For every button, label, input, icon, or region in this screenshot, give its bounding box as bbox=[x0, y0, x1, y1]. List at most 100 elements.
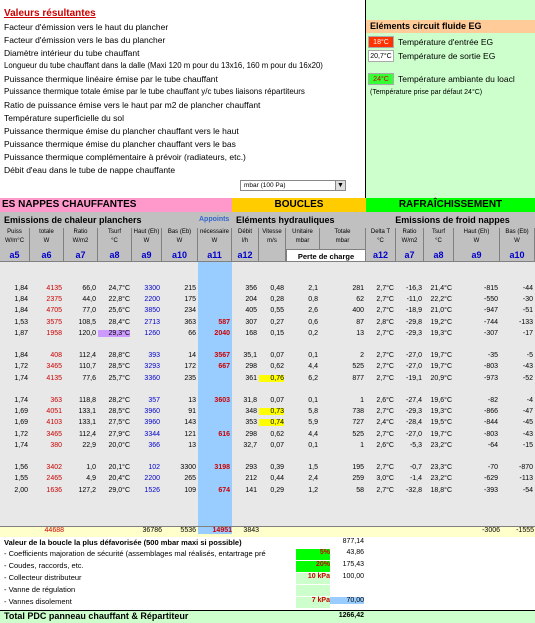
table-cell[interactable]: 293 bbox=[232, 464, 257, 471]
table-cell[interactable]: 674 bbox=[198, 487, 230, 494]
table-cell[interactable]: 1,0 bbox=[64, 464, 96, 471]
table-cell[interactable]: -947 bbox=[454, 307, 498, 314]
table-cell[interactable]: 22,9 bbox=[64, 442, 96, 449]
table-cell[interactable]: 1,72 bbox=[0, 431, 28, 438]
table-cell[interactable]: 1,74 bbox=[0, 375, 28, 382]
footer-item-input[interactable]: 10 kPa bbox=[296, 573, 330, 584]
table-cell[interactable]: 118,8 bbox=[64, 397, 96, 404]
table-cell[interactable]: 525 bbox=[320, 431, 364, 438]
table-cell[interactable]: -19,1 bbox=[396, 375, 422, 382]
table-cell[interactable]: 143 bbox=[162, 419, 196, 426]
table-cell[interactable]: -550 bbox=[454, 296, 498, 303]
table-cell[interactable]: 2,00 bbox=[0, 487, 28, 494]
table-cell[interactable]: 141 bbox=[232, 487, 257, 494]
table-cell[interactable]: 121 bbox=[162, 431, 196, 438]
table-cell[interactable]: 4,9 bbox=[64, 475, 96, 482]
table-cell[interactable]: -870 bbox=[500, 464, 533, 471]
table-cell[interactable]: 0,28 bbox=[259, 296, 284, 303]
table-cell[interactable]: -70 bbox=[454, 464, 498, 471]
table-cell[interactable]: 212 bbox=[232, 475, 257, 482]
table-cell[interactable]: 91 bbox=[162, 408, 196, 415]
table-cell[interactable]: 3960 bbox=[132, 419, 160, 426]
table-cell[interactable]: 62 bbox=[320, 296, 364, 303]
table-cell[interactable]: 1,84 bbox=[0, 296, 28, 303]
table-cell[interactable]: -1,4 bbox=[396, 475, 422, 482]
table-cell[interactable]: 20,1°C bbox=[98, 464, 130, 471]
table-cell[interactable]: 393 bbox=[132, 352, 160, 359]
table-cell[interactable]: 20,0°C bbox=[98, 442, 130, 449]
table-cell[interactable]: 4135 bbox=[30, 285, 62, 292]
table-cell[interactable]: 4,4 bbox=[286, 431, 318, 438]
table-cell[interactable]: 3465 bbox=[30, 431, 62, 438]
table-cell[interactable]: 1,69 bbox=[0, 408, 28, 415]
table-cell[interactable]: 3567 bbox=[198, 352, 230, 359]
table-cell[interactable]: 66 bbox=[162, 330, 196, 337]
chevron-down-icon[interactable]: ▼ bbox=[335, 181, 345, 190]
table-cell[interactable]: 2 bbox=[320, 352, 364, 359]
table-cell[interactable]: 108,5 bbox=[64, 319, 96, 326]
table-cell[interactable]: 234 bbox=[162, 307, 196, 314]
table-cell[interactable]: 21,4°C bbox=[424, 285, 452, 292]
table-cell[interactable]: 77,6 bbox=[64, 375, 96, 382]
table-cell[interactable]: 1 bbox=[320, 397, 364, 404]
table-cell[interactable]: 408 bbox=[30, 352, 62, 359]
table-cell[interactable]: -815 bbox=[454, 285, 498, 292]
table-cell[interactable]: 4705 bbox=[30, 307, 62, 314]
table-cell[interactable]: -844 bbox=[454, 419, 498, 426]
table-cell[interactable]: 1 bbox=[320, 442, 364, 449]
table-cell[interactable]: 0,74 bbox=[259, 419, 284, 426]
table-cell[interactable]: 204 bbox=[232, 296, 257, 303]
table-cell[interactable]: -27,4 bbox=[396, 397, 422, 404]
table-cell[interactable]: 29,0°C bbox=[98, 487, 130, 494]
table-cell[interactable]: 1636 bbox=[30, 487, 62, 494]
table-cell[interactable]: 22,8°C bbox=[98, 296, 130, 303]
table-cell[interactable]: 133,1 bbox=[64, 408, 96, 415]
table-cell[interactable]: -64 bbox=[454, 442, 498, 449]
table-cell[interactable]: 87 bbox=[320, 319, 364, 326]
table-cell[interactable]: -4 bbox=[500, 397, 533, 404]
table-cell[interactable]: 2465 bbox=[30, 475, 62, 482]
table-cell[interactable]: 120,0 bbox=[64, 330, 96, 337]
table-cell[interactable]: 215 bbox=[162, 285, 196, 292]
table-cell[interactable]: 0,15 bbox=[259, 330, 284, 337]
table-cell[interactable]: 525 bbox=[320, 363, 364, 370]
table-cell[interactable]: 667 bbox=[198, 363, 230, 370]
table-cell[interactable]: 3300 bbox=[132, 285, 160, 292]
footer-item-input[interactable]: 5% bbox=[296, 549, 330, 560]
table-cell[interactable]: -629 bbox=[454, 475, 498, 482]
table-cell[interactable]: 2,6°C bbox=[366, 442, 394, 449]
table-cell[interactable]: 1,2 bbox=[286, 487, 318, 494]
table-cell[interactable]: 29,3°C bbox=[98, 330, 130, 337]
table-cell[interactable]: 1,84 bbox=[0, 352, 28, 359]
table-cell[interactable]: 3293 bbox=[132, 363, 160, 370]
table-cell[interactable]: 133,1 bbox=[64, 419, 96, 426]
table-cell[interactable]: 0,76 bbox=[259, 375, 284, 382]
table-cell[interactable]: 0,07 bbox=[259, 397, 284, 404]
table-cell[interactable]: 307 bbox=[232, 319, 257, 326]
table-cell[interactable]: 28,2°C bbox=[98, 397, 130, 404]
table-cell[interactable]: 0,07 bbox=[259, 442, 284, 449]
table-cell[interactable]: -28,4 bbox=[396, 419, 422, 426]
table-cell[interactable]: -16,3 bbox=[396, 285, 422, 292]
table-cell[interactable]: 1,74 bbox=[0, 442, 28, 449]
table-cell[interactable]: 6,2 bbox=[286, 375, 318, 382]
table-cell[interactable]: 235 bbox=[162, 375, 196, 382]
table-cell[interactable]: 1526 bbox=[132, 487, 160, 494]
table-cell[interactable]: 28,8°C bbox=[98, 352, 130, 359]
table-cell[interactable]: 20,9°C bbox=[424, 375, 452, 382]
table-cell[interactable]: 3198 bbox=[198, 464, 230, 471]
table-cell[interactable]: 110,7 bbox=[64, 363, 96, 370]
table-cell[interactable]: -11,0 bbox=[396, 296, 422, 303]
table-cell[interactable]: 587 bbox=[198, 319, 230, 326]
table-cell[interactable]: 44,0 bbox=[64, 296, 96, 303]
table-cell[interactable]: -973 bbox=[454, 375, 498, 382]
table-cell[interactable]: -5 bbox=[500, 352, 533, 359]
table-cell[interactable]: 109 bbox=[162, 487, 196, 494]
table-cell[interactable]: 22,2°C bbox=[424, 296, 452, 303]
table-cell[interactable]: 175 bbox=[162, 296, 196, 303]
table-cell[interactable]: 400 bbox=[320, 307, 364, 314]
table-cell[interactable]: 13 bbox=[162, 397, 196, 404]
table-cell[interactable]: 2,7°C bbox=[366, 375, 394, 382]
table-cell[interactable]: 127,2 bbox=[64, 487, 96, 494]
table-cell[interactable]: 727 bbox=[320, 419, 364, 426]
